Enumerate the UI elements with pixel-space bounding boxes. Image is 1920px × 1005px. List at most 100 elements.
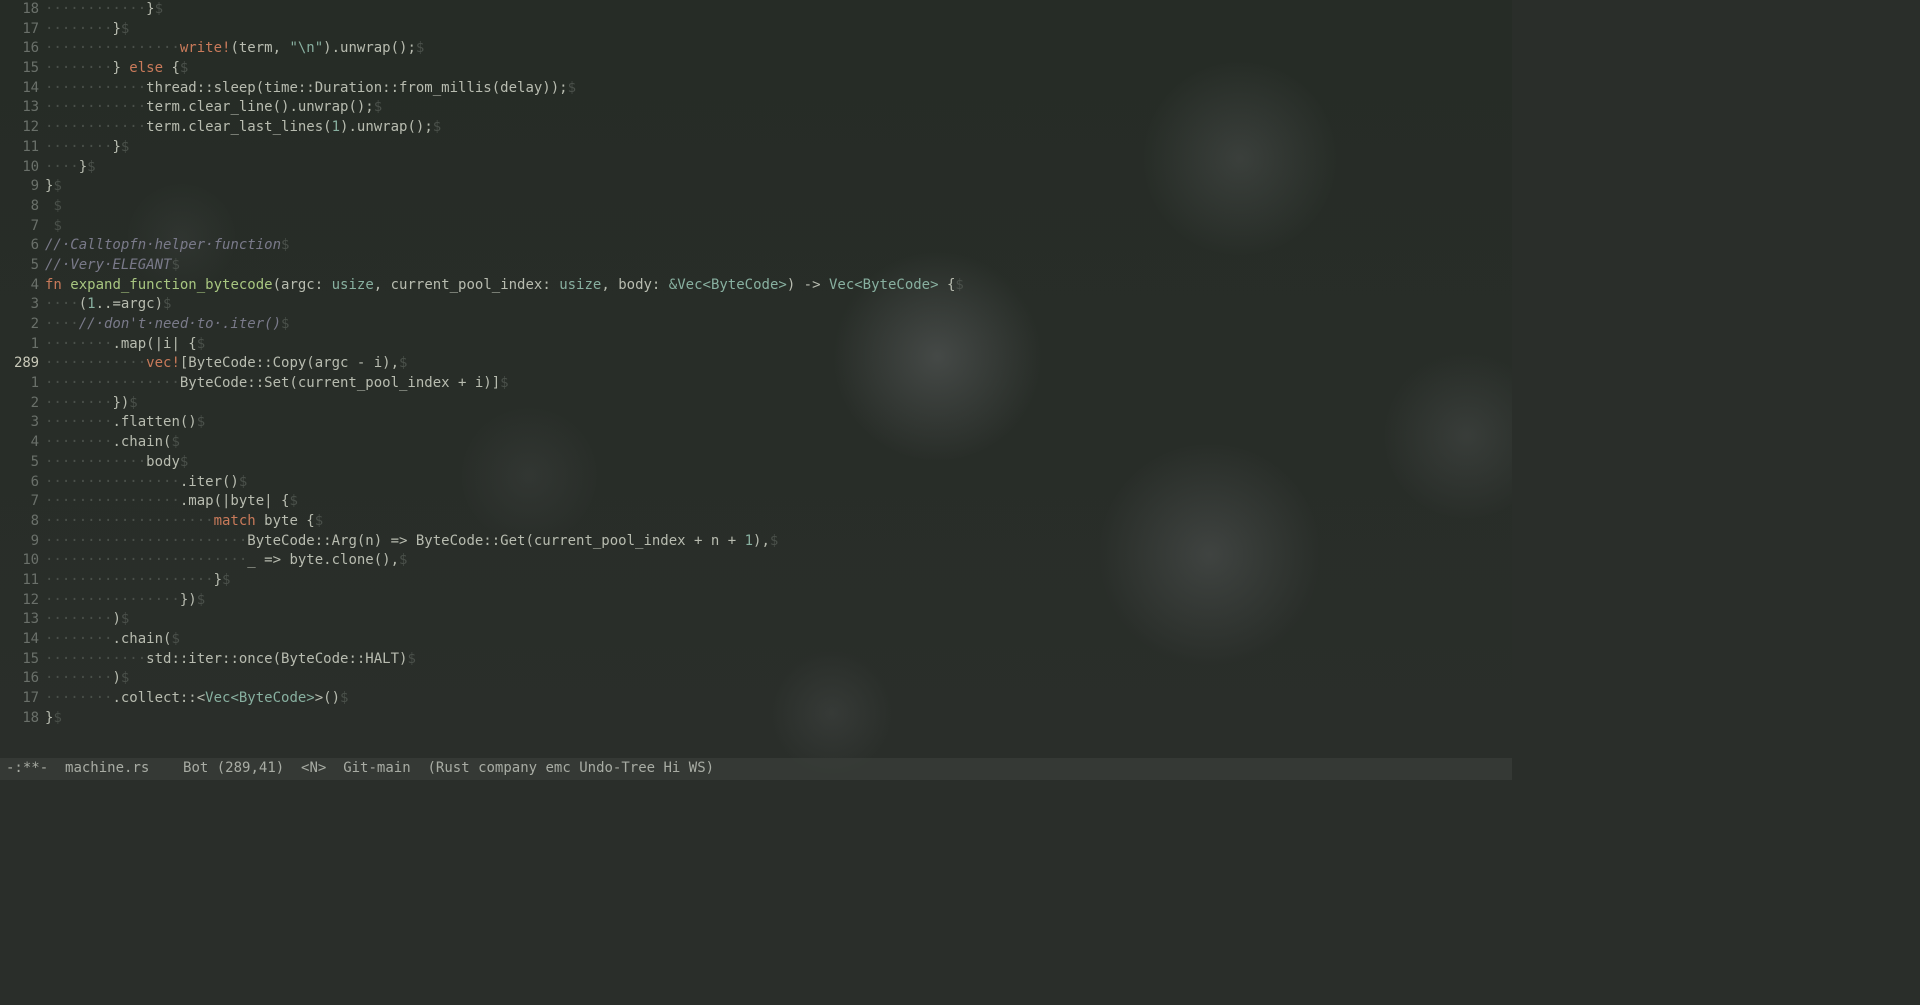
- eol-indicator: $: [407, 651, 415, 667]
- code-line[interactable]: 10························_ => byte.clon…: [0, 551, 1512, 571]
- code-content[interactable]: //·Very·ELEGANT$: [45, 256, 180, 276]
- code-line[interactable]: 16················write!(term, "\n").unw…: [0, 39, 1512, 59]
- line-number: 289: [0, 354, 45, 374]
- whitespace-indicator: ········: [45, 60, 112, 76]
- code-content[interactable]: ····(1..=argc)$: [45, 295, 171, 315]
- code-content[interactable]: ············}$: [45, 0, 163, 20]
- eol-indicator: $: [87, 159, 95, 175]
- code-line[interactable]: 1················ByteCode::Set(current_p…: [0, 374, 1512, 394]
- code-content[interactable]: ········.chain($: [45, 433, 180, 453]
- code-content[interactable]: ················})$: [45, 591, 205, 611]
- code-content[interactable]: ········)$: [45, 669, 129, 689]
- code-content[interactable]: ························ByteCode::Arg(n)…: [45, 532, 778, 552]
- code-content[interactable]: ········.chain($: [45, 630, 180, 650]
- code-line[interactable]: 8 $: [0, 197, 1512, 217]
- code-content[interactable]: ····}$: [45, 158, 96, 178]
- code-token: expand_function_bytecode: [70, 277, 272, 293]
- code-token: , body:: [601, 277, 668, 293]
- code-line[interactable]: 15········} else {$: [0, 59, 1512, 79]
- eol-indicator: $: [222, 572, 230, 588]
- code-content[interactable]: ················ByteCode::Set(current_po…: [45, 374, 509, 394]
- whitespace-indicator: ················: [45, 592, 180, 608]
- code-content[interactable]: ········}$: [45, 138, 129, 158]
- whitespace-indicator: ····················: [45, 513, 214, 529]
- code-line[interactable]: 13········)$: [0, 610, 1512, 630]
- line-number: 10: [0, 551, 45, 571]
- code-line[interactable]: 9}$: [0, 177, 1512, 197]
- code-content[interactable]: ····//·don't·need·to·.iter()$: [45, 315, 289, 335]
- code-line[interactable]: 7 $: [0, 217, 1512, 237]
- code-line[interactable]: 6················.iter()$: [0, 473, 1512, 493]
- code-line[interactable]: 4········.chain($: [0, 433, 1512, 453]
- code-content[interactable]: ········.flatten()$: [45, 413, 205, 433]
- line-number: 12: [0, 118, 45, 138]
- code-content[interactable]: }$: [45, 709, 62, 729]
- code-content[interactable]: ········} else {$: [45, 59, 188, 79]
- code-line[interactable]: 15············std::iter::once(ByteCode::…: [0, 650, 1512, 670]
- code-line[interactable]: 2········})$: [0, 394, 1512, 414]
- code-line[interactable]: 17········.collect::<Vec<ByteCode>>()$: [0, 689, 1512, 709]
- code-content[interactable]: }$: [45, 177, 62, 197]
- code-token: ): [112, 611, 120, 627]
- code-content[interactable]: ········)$: [45, 610, 129, 630]
- code-line[interactable]: 289············vec![ByteCode::Copy(argc …: [0, 354, 1512, 374]
- code-line[interactable]: 14········.chain($: [0, 630, 1512, 650]
- code-line[interactable]: 12············term.clear_last_lines(1).u…: [0, 118, 1512, 138]
- code-line[interactable]: 3····(1..=argc)$: [0, 295, 1512, 315]
- modeline-vc: Git-main: [343, 759, 410, 779]
- code-token: ),: [753, 533, 770, 549]
- code-content[interactable]: $: [45, 197, 62, 217]
- code-content[interactable]: ············term.clear_line().unwrap();$: [45, 98, 382, 118]
- code-line[interactable]: 3········.flatten()$: [0, 413, 1512, 433]
- code-line[interactable]: 11····················}$: [0, 571, 1512, 591]
- code-line[interactable]: 2····//·don't·need·to·.iter()$: [0, 315, 1512, 335]
- code-line[interactable]: 18············}$: [0, 0, 1512, 20]
- code-content[interactable]: ········.collect::<Vec<ByteCode>>()$: [45, 689, 348, 709]
- code-content[interactable]: ············body$: [45, 453, 188, 473]
- code-content[interactable]: ····················}$: [45, 571, 230, 591]
- code-content[interactable]: ················.map(|byte| {$: [45, 492, 298, 512]
- code-content[interactable]: ············vec![ByteCode::Copy(argc - i…: [45, 354, 407, 374]
- code-line[interactable]: 4fn expand_function_bytecode(argc: usize…: [0, 276, 1512, 296]
- code-line[interactable]: 18}$: [0, 709, 1512, 729]
- eol-indicator: $: [433, 119, 441, 135]
- code-line[interactable]: 14············thread::sleep(time::Durati…: [0, 79, 1512, 99]
- code-content[interactable]: ········.map(|i| {$: [45, 335, 205, 355]
- code-content[interactable]: fn expand_function_bytecode(argc: usize,…: [45, 276, 964, 296]
- code-content[interactable]: $: [45, 217, 62, 237]
- code-line[interactable]: 6//·Calltopfn·helper·function$: [0, 236, 1512, 256]
- code-content[interactable]: ····················match byte {$: [45, 512, 323, 532]
- whitespace-indicator: ····: [45, 159, 79, 175]
- code-content[interactable]: ········})$: [45, 394, 138, 414]
- eol-indicator: $: [121, 139, 129, 155]
- code-line[interactable]: 5//·Very·ELEGANT$: [0, 256, 1512, 276]
- code-line[interactable]: 10····}$: [0, 158, 1512, 178]
- code-line[interactable]: 7················.map(|byte| {$: [0, 492, 1512, 512]
- code-line[interactable]: 13············term.clear_line().unwrap()…: [0, 98, 1512, 118]
- code-content[interactable]: ············std::iter::once(ByteCode::HA…: [45, 650, 416, 670]
- code-line[interactable]: 17········}$: [0, 20, 1512, 40]
- code-line[interactable]: 1········.map(|i| {$: [0, 335, 1512, 355]
- line-number: 2: [0, 394, 45, 414]
- code-line[interactable]: 11········}$: [0, 138, 1512, 158]
- code-content[interactable]: ········}$: [45, 20, 129, 40]
- eol-indicator: $: [281, 316, 289, 332]
- code-content[interactable]: ················.iter()$: [45, 473, 247, 493]
- code-line[interactable]: 16········)$: [0, 669, 1512, 689]
- code-content[interactable]: ············term.clear_last_lines(1).unw…: [45, 118, 441, 138]
- code-content[interactable]: ············thread::sleep(time::Duration…: [45, 79, 576, 99]
- modeline-modified: -:**-: [6, 759, 48, 779]
- code-editor[interactable]: 18············}$17········}$16··········…: [0, 0, 1512, 792]
- code-line[interactable]: 8····················match byte {$: [0, 512, 1512, 532]
- whitespace-indicator: ············: [45, 355, 146, 371]
- whitespace-indicator: ········: [45, 395, 112, 411]
- code-content[interactable]: ················write!(term, "\n").unwra…: [45, 39, 424, 59]
- code-content[interactable]: ························_ => byte.clone(…: [45, 551, 407, 571]
- code-line[interactable]: 9························ByteCode::Arg(n…: [0, 532, 1512, 552]
- code-token: vec!: [146, 355, 180, 371]
- code-line[interactable]: 12················})$: [0, 591, 1512, 611]
- code-content[interactable]: //·Calltopfn·helper·function$: [45, 236, 289, 256]
- code-line[interactable]: 5············body$: [0, 453, 1512, 473]
- whitespace-indicator: ········: [45, 670, 112, 686]
- code-token: 1: [332, 119, 340, 135]
